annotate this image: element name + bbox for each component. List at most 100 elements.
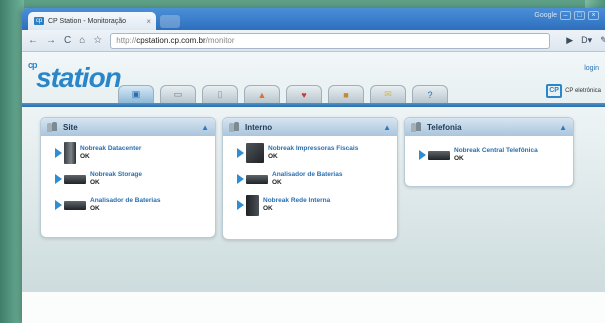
tab-strip: cp CP Station - Monitoração × Google – □… (22, 8, 605, 30)
notes-icon: ✉ (384, 89, 392, 99)
tab-notes[interactable]: ✉ (370, 85, 406, 103)
list-item[interactable]: Nobreak Impressoras Fiscais OK (237, 142, 397, 164)
device-status: OK (90, 205, 100, 212)
forward-icon[interactable]: → (46, 35, 56, 46)
arrow-icon (55, 200, 62, 210)
arrow-icon (237, 200, 244, 210)
tab-monitor[interactable]: ▣ (118, 85, 154, 103)
brand-name: CP eletrônica (565, 88, 601, 94)
collapse-icon[interactable]: ▲ (201, 123, 209, 132)
bookmark-star-icon[interactable]: ☆ (93, 35, 102, 46)
tab-close-icon[interactable]: × (146, 17, 151, 26)
help-icon: ? (427, 89, 433, 100)
browser-window: cp CP Station - Monitoração × Google – □… (22, 8, 605, 323)
logo-prefix: cp (28, 60, 37, 70)
group-icon (229, 122, 241, 132)
list-item[interactable]: Nobreak Datacenter OK (55, 142, 215, 164)
url-prefix: http:// (116, 36, 137, 45)
back-icon[interactable]: ← (28, 35, 38, 46)
tab-favorites[interactable]: ♥ (286, 85, 322, 103)
device-status: OK (263, 205, 273, 212)
device-name: Nobreak Central Telefônica (454, 147, 538, 154)
device-name: Analisador de Baterias (90, 197, 161, 204)
tab-users[interactable]: ■ (328, 85, 364, 103)
device-status: OK (272, 179, 282, 186)
browser-tab[interactable]: cp CP Station - Monitoração × (28, 12, 156, 30)
login-link[interactable]: login (584, 65, 599, 72)
url-path: /monitor (205, 36, 235, 45)
favicon-icon: cp (34, 17, 44, 25)
device-name: Nobreak Storage (90, 171, 143, 178)
device-name: Analisador de Baterias (272, 171, 343, 178)
heart-icon: ♥ (301, 89, 307, 100)
device-status: OK (90, 179, 100, 186)
main-nav-tabs: ▣ ▭ ▯ ▲ ♥ ■ ✉ ? (118, 85, 448, 103)
device-status: OK (80, 153, 90, 160)
tab-devices[interactable]: ▭ (160, 85, 196, 103)
page-options-icon[interactable]: D▾ (581, 35, 592, 46)
arrow-icon (55, 148, 62, 158)
ups-tower-icon (64, 142, 76, 164)
panel-site: Site ▲ Nobreak Datacenter OK Nobreak Sto… (40, 117, 216, 238)
cp-logo-icon: CP (546, 84, 563, 98)
ups-rack-icon (64, 174, 86, 184)
device-status: OK (454, 155, 464, 162)
dashboard-area: Site ▲ Nobreak Datacenter OK Nobreak Sto… (22, 107, 605, 292)
device-icon: ▭ (173, 89, 183, 99)
alert-icon: ▲ (257, 89, 267, 100)
tab-help[interactable]: ? (412, 85, 448, 103)
url-host: cpstation.cp.com.br (136, 36, 206, 45)
home-icon[interactable]: ⌂ (79, 35, 85, 46)
panel-title: Site (63, 122, 78, 132)
device-name: Nobreak Rede Interna (263, 197, 331, 204)
ups-cube-icon (246, 143, 264, 163)
desktop-background-left (0, 0, 24, 323)
minimize-icon[interactable]: – (560, 11, 571, 20)
users-icon: ■ (343, 89, 349, 100)
collapse-icon[interactable]: ▲ (383, 123, 391, 132)
panel-header: Site ▲ (41, 118, 215, 136)
window-label: Google (534, 12, 557, 19)
window-controls: Google – □ × (534, 11, 599, 20)
panel-title: Telefonia (427, 122, 462, 132)
panel-telefonia: Telefonia ▲ Nobreak Central Telefônica O… (404, 117, 574, 187)
device-status: OK (268, 153, 278, 160)
new-tab-button[interactable] (160, 15, 180, 28)
reload-icon[interactable]: C (64, 35, 71, 46)
group-icon (47, 122, 59, 132)
list-item[interactable]: Nobreak Storage OK (55, 168, 215, 190)
tab-alerts[interactable]: ▲ (244, 85, 280, 103)
panel-header: Interno ▲ (223, 118, 397, 136)
group-icon (411, 122, 423, 132)
monitor-icon: ▣ (131, 89, 141, 99)
page-menu-icon[interactable]: ▶ (566, 35, 573, 46)
tab-title: CP Station - Monitoração (48, 17, 127, 25)
list-item[interactable]: Nobreak Rede Interna OK (237, 194, 397, 216)
arrow-icon (55, 174, 62, 184)
list-item[interactable]: Nobreak Central Telefônica OK (419, 144, 573, 166)
tools-wrench-icon[interactable]: ✎ (600, 35, 605, 46)
device-name: Nobreak Datacenter (80, 145, 142, 152)
brand: CP CP eletrônica (546, 84, 601, 98)
tab-reports[interactable]: ▯ (202, 85, 238, 103)
collapse-icon[interactable]: ▲ (559, 123, 567, 132)
battery-analyzer-icon (64, 200, 86, 210)
battery-analyzer-icon (246, 174, 268, 184)
cpstation-app: cp station ▣ ▭ ▯ ▲ ♥ ■ ✉ ? login CP CP el… (22, 52, 605, 323)
ups-rack-icon (428, 150, 450, 160)
panel-interno: Interno ▲ Nobreak Impressoras Fiscais OK (222, 117, 398, 240)
close-window-icon[interactable]: × (588, 11, 599, 20)
panel-header: Telefonia ▲ (405, 118, 573, 136)
address-bar[interactable]: http://cpstation.cp.com.br/monitor (110, 32, 551, 49)
document-icon: ▯ (217, 89, 223, 99)
logo-text: station (36, 62, 122, 93)
maximize-icon[interactable]: □ (574, 11, 585, 20)
list-item[interactable]: Analisador de Baterias OK (237, 168, 397, 190)
ups-tower-icon (246, 194, 259, 216)
cpstation-logo: cp station (28, 60, 122, 94)
list-item[interactable]: Analisador de Baterias OK (55, 194, 215, 216)
arrow-icon (237, 174, 244, 184)
page-footer (22, 292, 605, 323)
arrow-icon (237, 148, 244, 158)
browser-toolbar: ← → C ⌂ ☆ http://cpstation.cp.com.br/mon… (22, 30, 605, 52)
